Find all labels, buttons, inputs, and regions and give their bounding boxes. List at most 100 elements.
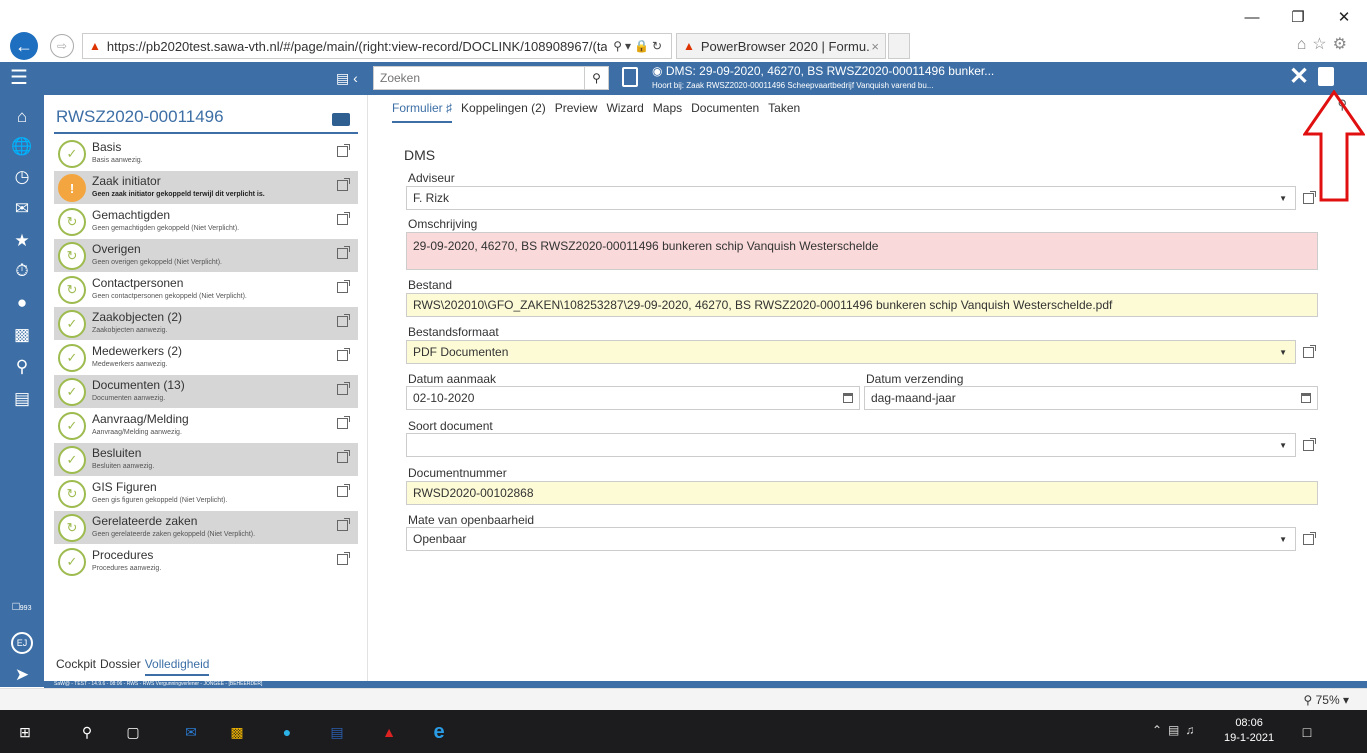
list-item[interactable]: ! Zaak initiator Geen zaak initiator gekop… [54, 171, 358, 205]
datum-aanmaak-field[interactable]: 02-10-2020 [406, 386, 860, 410]
edge-icon[interactable]: ● [276, 721, 298, 743]
datum-verzending-field[interactable]: dag-maand-jaar [864, 386, 1318, 410]
external-link-icon[interactable] [337, 552, 350, 565]
notifications-icon[interactable]: □ [1296, 721, 1318, 743]
close-record-icon[interactable]: ✕ [1289, 64, 1309, 90]
task-view-icon[interactable]: ▢ [122, 721, 144, 743]
chat-icon[interactable]: □993 [0, 599, 44, 613]
list-item[interactable]: ✓ Zaakobjecten (2) Zaakobjecten aanwezig. [54, 307, 358, 341]
system-tray-icons[interactable]: ⌃▤♫ [1152, 723, 1200, 737]
collapse-panel-icon[interactable]: ▤ ‹ [336, 70, 358, 87]
bestand-field[interactable]: RWS\202010\GFO_ZAKEN\108253287\29-09-202… [406, 293, 1318, 317]
acrobat-icon[interactable]: ▲ [378, 721, 400, 743]
list-item[interactable]: ✓ Medewerkers (2) Medewerkers aanwezig. [54, 341, 358, 375]
new-tab-button[interactable] [888, 33, 910, 59]
tab-cockpit[interactable]: Cockpit [56, 657, 96, 676]
external-link-icon[interactable] [337, 484, 350, 497]
list-item[interactable]: ✓ Aanvraag/Melding Aanvraag/Melding aanwez… [54, 409, 358, 443]
search-record-icon[interactable]: ⚲ [0, 357, 44, 377]
openbaarheid-open-button[interactable] [1298, 527, 1318, 551]
globe-icon[interactable]: 🌐 [0, 137, 44, 157]
search-input[interactable] [374, 71, 584, 85]
external-link-icon[interactable] [337, 348, 350, 361]
calendar-icon[interactable] [1301, 393, 1311, 403]
check-icon: ✓ [58, 548, 86, 576]
restore-button[interactable]: ❐ [1275, 4, 1321, 30]
back-button[interactable]: ← [10, 32, 38, 60]
external-link-icon[interactable] [337, 212, 350, 225]
list-item[interactable]: ↻ Overigen Geen overigen gekoppeld (Niet V… [54, 239, 358, 273]
browser-tab[interactable]: ▲ PowerBrowser 2020 | Formu... × [676, 33, 886, 59]
external-link-icon[interactable] [337, 314, 350, 327]
report-icon[interactable]: ▤ [0, 389, 44, 409]
windows-taskbar: ⊞ ⚲ ▢ ✉ ▩ ● ▤ ▲ e ⌃▤♫ 08:06 19-1-2021 □ [0, 710, 1367, 753]
list-item[interactable]: ✓ Documenten (13) Documenten aanwezig. [54, 375, 358, 409]
location-icon[interactable]: ● [0, 293, 44, 313]
forward-button[interactable]: ⇨ [50, 34, 74, 58]
status-strip: SaW@ - TEST - 14.9.6 - 08:06 - RWS - RWS… [44, 681, 1367, 688]
external-link-icon[interactable] [337, 178, 350, 191]
external-link-icon[interactable] [337, 518, 350, 531]
list-item[interactable]: ↻ GIS Figuren Geen gis figuren gekoppeld (… [54, 477, 358, 511]
tab-documenten[interactable]: Documenten [691, 101, 759, 123]
word-icon[interactable]: ▤ [326, 721, 348, 743]
adviseur-select[interactable]: F. Rizk ▼ [406, 186, 1296, 210]
tab-wizard[interactable]: Wizard [606, 101, 643, 123]
external-link-icon[interactable] [337, 144, 350, 157]
windows-start-icon[interactable]: ⊞ [14, 721, 36, 743]
taskbar-search-icon[interactable]: ⚲ [76, 721, 98, 743]
logout-icon[interactable]: ➤ [0, 665, 44, 685]
tab-maps[interactable]: Maps [653, 101, 682, 123]
history-icon[interactable]: ⏱ [0, 261, 44, 281]
external-link-icon[interactable] [337, 450, 350, 463]
item-name: Gerelateerde zaken [92, 514, 198, 528]
tab-dossier[interactable]: Dossier [100, 657, 141, 676]
omschrijving-field[interactable]: 29-09-2020, 46270, BS RWSZ2020-00011496 … [406, 232, 1318, 270]
list-item[interactable]: ↻ Contactpersonen Geen contactpersonen gek… [54, 273, 358, 307]
window-close-button[interactable]: ✕ [1321, 4, 1367, 30]
list-item[interactable]: ↻ Gerelateerde zaken Geen gerelateerde zak… [54, 511, 358, 545]
external-link-icon[interactable] [337, 382, 350, 395]
taskbar-clock[interactable]: 08:06 19-1-2021 [1224, 716, 1274, 746]
minimize-button[interactable]: — [1229, 4, 1275, 30]
tab-preview[interactable]: Preview [555, 101, 598, 123]
tab-volledigheid[interactable]: Volledigheid [144, 657, 210, 676]
clock-icon[interactable]: ◷ [0, 167, 44, 187]
external-link-icon[interactable] [337, 280, 350, 293]
tab-koppelingen[interactable]: Koppelingen (2) [461, 101, 546, 123]
case-add-icon[interactable]: ▩ [0, 325, 44, 345]
openbaarheid-select[interactable]: Openbaar ▼ [406, 527, 1296, 551]
internet-explorer-icon[interactable]: e [428, 721, 450, 743]
tab-taken[interactable]: Taken [768, 101, 800, 123]
home-icon[interactable]: ⌂ [0, 107, 44, 127]
list-item[interactable]: ↻ Gemachtigden Geen gemachtigden gekoppeld… [54, 205, 358, 239]
soort-document-open-button[interactable] [1298, 433, 1318, 457]
avatar[interactable]: EJ [11, 632, 33, 654]
save-icon[interactable] [1318, 67, 1334, 86]
hamburger-menu-icon[interactable]: ☰ [10, 68, 28, 88]
soort-document-select[interactable]: ▼ [406, 433, 1296, 457]
external-link-icon[interactable] [337, 246, 350, 259]
address-actions-icon[interactable]: ⚲▾🔒↻ [613, 39, 665, 53]
tab-formulier[interactable]: Formulier ♯ [392, 101, 453, 123]
bestandsformaat-open-button[interactable] [1298, 340, 1318, 364]
address-bar[interactable]: ▲ https://pb2020test.sawa-vth.nl/#/page/… [82, 33, 672, 59]
list-item[interactable]: ✓ Procedures Procedures aanwezig. [54, 545, 358, 579]
zoom-control[interactable]: ⚲ 75% ▾ [1303, 693, 1349, 707]
search-icon[interactable]: ⚲ [584, 67, 608, 89]
calendar-icon[interactable] [843, 393, 853, 403]
file-explorer-icon[interactable]: ▩ [226, 721, 248, 743]
star-icon[interactable]: ★ [0, 231, 44, 251]
bestandsformaat-select[interactable]: PDF Documenten ▼ [406, 340, 1296, 364]
bestand-label: Bestand [408, 278, 453, 292]
outlook-icon[interactable]: ✉ [180, 721, 202, 743]
external-link-icon[interactable] [337, 416, 350, 429]
tab-close-icon[interactable]: × [871, 39, 879, 54]
search-box: ⚲ [373, 66, 609, 90]
mail-icon[interactable]: ✉ [0, 199, 44, 219]
documentnummer-field[interactable]: RWSD2020-00102868 [406, 481, 1318, 505]
list-item[interactable]: ✓ Besluiten Besluiten aanwezig. [54, 443, 358, 477]
list-item[interactable]: ✓ Basis Basis aanwezig. [54, 137, 358, 171]
chevron-down-icon: ▼ [1279, 348, 1287, 357]
browser-toolbar-icons[interactable]: ⌂☆⚙ [1297, 34, 1353, 54]
